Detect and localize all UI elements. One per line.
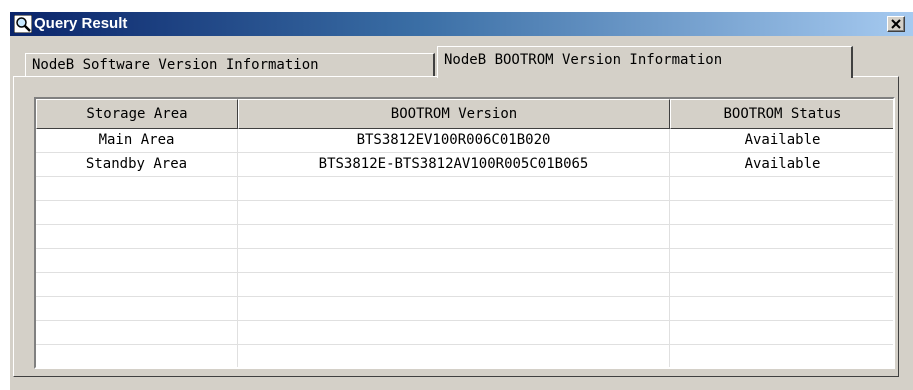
table-row[interactable] <box>36 345 893 367</box>
cell-bootrom-version <box>238 273 670 297</box>
cell-bootrom-status <box>670 297 893 321</box>
table-header: Storage Area BOOTROM Version BOOTROM Sta… <box>36 99 893 129</box>
column-header-bootrom-status[interactable]: BOOTROM Status <box>670 99 893 129</box>
cell-storage-area <box>36 225 238 249</box>
cell-bootrom-status: Available <box>744 132 821 148</box>
cell-bootrom-version <box>238 177 670 201</box>
cell-bootrom-version <box>238 297 670 321</box>
cell-bootrom-version <box>238 201 670 225</box>
cell-bootrom-status <box>670 225 893 249</box>
title-bar[interactable]: Query Result <box>10 12 913 36</box>
table-row[interactable] <box>36 177 893 201</box>
table-row[interactable] <box>36 297 893 321</box>
cell-storage-area <box>36 177 238 201</box>
table-row[interactable]: Main Area BTS3812EV100R006C01B020 Availabl… <box>36 129 893 153</box>
cell-storage-area <box>36 249 238 273</box>
column-header-storage-area[interactable]: Storage Area <box>36 99 238 129</box>
cell-bootrom-status <box>670 273 893 297</box>
cell-bootrom-status <box>670 345 893 367</box>
cell-bootrom-status <box>670 321 893 345</box>
bootrom-table: Storage Area BOOTROM Version BOOTROM Sta… <box>34 97 895 369</box>
tab-bootrom-version[interactable]: NodeB BOOTROM Version Information <box>437 46 853 78</box>
table-row[interactable] <box>36 225 893 249</box>
table-row[interactable] <box>36 321 893 345</box>
cell-bootrom-version: BTS3812EV100R006C01B020 <box>238 129 670 153</box>
tab-software-version[interactable]: NodeB Software Version Information <box>25 53 435 77</box>
cell-bootrom-status <box>670 201 893 225</box>
close-button[interactable] <box>887 16 905 32</box>
cell-bootrom-version <box>238 249 670 273</box>
table-row[interactable] <box>36 249 893 273</box>
table-row[interactable]: Standby Area BTS3812E-BTS3812AV100R005C01… <box>36 153 893 177</box>
cell-bootrom-status <box>670 249 893 273</box>
cell-bootrom-status: Available <box>744 156 821 172</box>
cell-bootrom-version <box>238 225 670 249</box>
cell-bootrom-status <box>670 177 893 201</box>
window-title: Query Result <box>34 15 128 32</box>
cell-bootrom-version <box>238 345 670 367</box>
table-row[interactable] <box>36 273 893 297</box>
magnifier-icon <box>13 14 33 34</box>
cell-storage-area <box>36 297 238 321</box>
close-icon <box>891 19 901 29</box>
table-row[interactable] <box>36 201 893 225</box>
cell-storage-area <box>36 201 238 225</box>
cell-storage-area <box>36 273 238 297</box>
cell-storage-area <box>36 321 238 345</box>
column-header-bootrom-version[interactable]: BOOTROM Version <box>238 99 670 129</box>
cell-storage-area <box>36 345 238 367</box>
cell-bootrom-version: BTS3812E-BTS3812AV100R005C01B065 <box>238 153 670 177</box>
cell-storage-area: Main Area <box>36 129 238 153</box>
cell-storage-area: Standby Area <box>36 153 238 177</box>
cell-bootrom-version <box>238 321 670 345</box>
